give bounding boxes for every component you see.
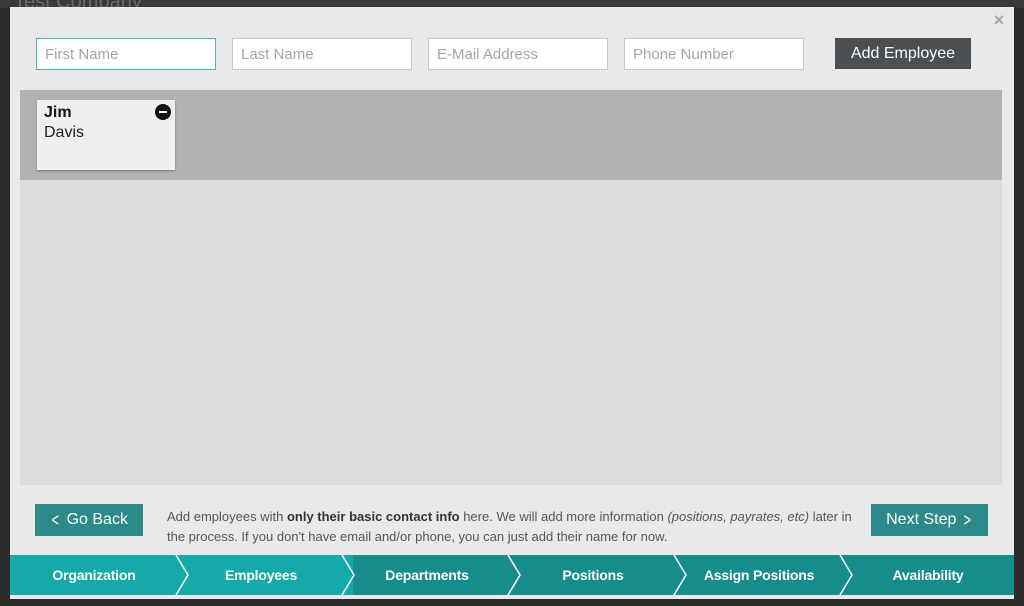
employee-card[interactable]: Jim Davis <box>37 100 175 170</box>
step-organization[interactable]: Organization <box>10 555 178 595</box>
remove-employee-icon[interactable] <box>155 104 171 120</box>
help-text-part: Add employees with <box>167 509 287 524</box>
help-text-bold: only their basic contact info <box>286 509 460 524</box>
employee-list: Jim Davis <box>20 90 1002 180</box>
modal-footer: < Go Back Add employees with only their … <box>10 485 1014 555</box>
step-positions[interactable]: Positions <box>510 555 676 595</box>
go-back-button[interactable]: < Go Back <box>35 504 143 536</box>
help-text: Add employees with only their basic cont… <box>167 507 857 547</box>
phone-input[interactable] <box>624 38 804 70</box>
next-step-button[interactable]: Next Step > <box>871 504 988 536</box>
next-step-label: Next Step <box>886 511 957 528</box>
help-text-part: here. We will add more information <box>459 509 668 524</box>
step-departments[interactable]: Departments <box>344 555 510 595</box>
chevron-right-icon: > <box>963 510 972 530</box>
go-back-label: Go Back <box>66 511 128 528</box>
employee-last-name: Davis <box>44 124 85 141</box>
step-assign-positions[interactable]: Assign Positions <box>676 555 842 595</box>
last-name-input[interactable] <box>232 38 412 70</box>
wizard-steps: Organization Employees Departments Posit… <box>10 555 1014 595</box>
step-availability[interactable]: Availability <box>842 555 1014 595</box>
chevron-left-icon: < <box>51 510 60 530</box>
help-text-italic: (positions, payrates, etc) <box>667 509 810 524</box>
add-employee-button[interactable]: Add Employee <box>835 38 971 69</box>
email-input[interactable] <box>428 38 608 70</box>
employee-first-name: Jim <box>44 104 72 121</box>
first-name-input[interactable] <box>36 38 216 70</box>
close-icon[interactable]: × <box>992 11 1006 29</box>
step-employees[interactable]: Employees <box>178 555 344 595</box>
add-employees-modal: × Add Employee Jim Davis < Go Back Add e… <box>10 7 1014 599</box>
empty-content-area <box>20 180 1002 485</box>
